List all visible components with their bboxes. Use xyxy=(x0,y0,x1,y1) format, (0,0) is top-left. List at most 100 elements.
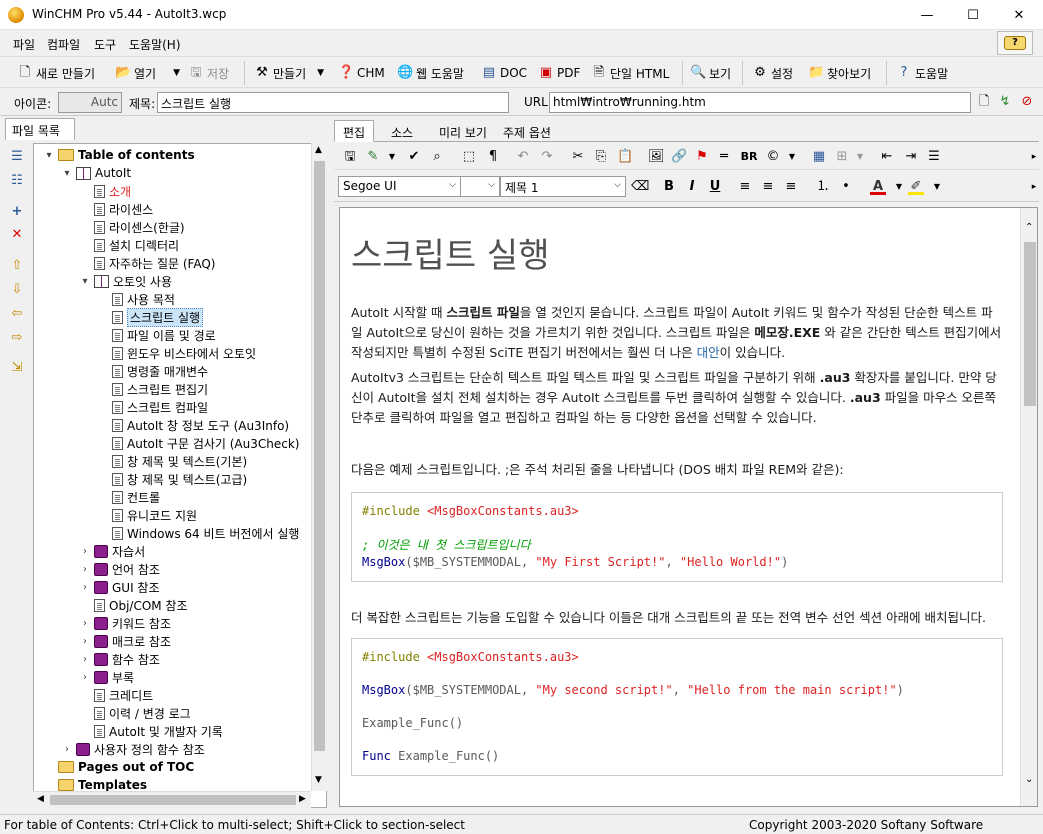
collapse-all-icon[interactable]: ☰ xyxy=(9,149,25,165)
font-color-icon[interactable]: A xyxy=(870,179,886,195)
document-vertical-scrollbar[interactable]: ⌃ ⌄ xyxy=(1020,208,1037,806)
collapse-arrow-icon[interactable]: ▾ xyxy=(80,276,90,287)
tree-item[interactable]: AutoIt 구문 검사기 (Au3Check) xyxy=(98,434,299,452)
table-ops-icon[interactable]: ⊞ xyxy=(834,149,850,165)
menu-help[interactable]: 도움말(H) xyxy=(129,36,181,53)
tree-item[interactable]: › 언어 참조 xyxy=(80,560,160,578)
align-right-icon[interactable]: ≡ xyxy=(783,179,799,195)
minimize-button[interactable]: — xyxy=(904,0,950,30)
horizontal-rule-icon[interactable]: ═ xyxy=(716,149,732,165)
ordered-list-icon[interactable]: ☰ xyxy=(926,149,942,165)
tree-item[interactable]: › 함수 참조 xyxy=(80,650,160,668)
tab-file-list[interactable]: 파일 목록 xyxy=(5,118,75,140)
tree-item[interactable]: 자주하는 질문 (FAQ) xyxy=(80,254,215,272)
bold-icon[interactable]: B xyxy=(661,179,677,195)
tree-item[interactable]: ▾ AutoIt xyxy=(62,164,131,182)
scroll-up-icon[interactable]: ▲ xyxy=(315,145,322,155)
expand-arrow-icon[interactable]: › xyxy=(80,654,90,665)
tree-item[interactable]: AutoIt 창 정보 도구 (Au3Info) xyxy=(98,416,289,434)
expand-arrow-icon[interactable]: › xyxy=(80,546,90,557)
insert-icon[interactable]: ⇲ xyxy=(9,360,25,376)
expand-arrow-icon[interactable]: › xyxy=(80,672,90,683)
settings-button[interactable]: ⚙ 설정 xyxy=(752,63,793,83)
collapse-arrow-icon[interactable]: ▾ xyxy=(44,150,54,161)
scroll-down-icon[interactable]: ▼ xyxy=(315,775,322,785)
single-html-button[interactable]: 🗎 단일 HTML xyxy=(591,63,670,83)
align-left-icon[interactable]: ≡ xyxy=(737,179,753,195)
paste-icon[interactable]: 📋 xyxy=(617,149,633,165)
tree-item[interactable]: Windows 64 비트 버전에서 실행 xyxy=(98,524,299,542)
overflow-icon[interactable]: ▸ xyxy=(1026,149,1042,165)
underline-icon[interactable]: U xyxy=(707,179,723,195)
tree-item[interactable]: › 사용자 정의 함수 참조 xyxy=(62,740,205,758)
cancel-icon[interactable]: ⊘ xyxy=(1019,94,1035,110)
doc-button[interactable]: ▤ DOC xyxy=(481,63,527,83)
spellcheck-icon[interactable]: ✔ xyxy=(406,149,422,165)
tree-item[interactable]: 라이센스(한글) xyxy=(80,218,185,236)
tree-item[interactable]: 윈도우 비스타에서 오토잇 xyxy=(98,344,256,362)
help-button[interactable]: ? 도움말 xyxy=(896,63,949,83)
tree-item[interactable]: › 매크로 참조 xyxy=(80,632,171,650)
whats-this-help-button[interactable]: ? xyxy=(997,31,1033,55)
outdent-icon[interactable]: ⇤ xyxy=(879,149,895,165)
menu-compile[interactable]: 컴파일 xyxy=(47,36,80,53)
bookmark-flag-icon[interactable]: ⚑ xyxy=(694,149,710,165)
tree-item[interactable]: 파일 이름 및 경로 xyxy=(98,326,216,344)
tree-item[interactable]: 명령줄 매개변수 xyxy=(98,362,208,380)
numbered-list-icon[interactable]: ⒈ xyxy=(815,179,831,195)
overflow-icon[interactable]: ▸ xyxy=(1026,179,1042,195)
view-button[interactable]: 🔍 보기 xyxy=(690,63,731,83)
find-binoculars-icon[interactable]: ⌕ xyxy=(429,149,445,165)
tab-preview[interactable]: 미리 보기 xyxy=(430,120,496,142)
scroll-up-icon[interactable]: ⌃ xyxy=(1025,222,1033,233)
paragraph-style-select[interactable]: 제목 1 ⌵ xyxy=(500,176,626,197)
special-char-dropdown-icon[interactable]: ▼ xyxy=(784,149,800,165)
italic-icon[interactable]: I xyxy=(684,179,700,195)
copy-icon[interactable]: ⎘ xyxy=(593,149,609,165)
cut-icon[interactable]: ✂ xyxy=(570,149,586,165)
tree-item[interactable]: 사용 목적 xyxy=(98,290,175,308)
expand-arrow-icon[interactable]: › xyxy=(80,618,90,629)
collapse-arrow-icon[interactable]: ▾ xyxy=(62,168,72,179)
tree-item[interactable]: › 자습서 xyxy=(80,542,145,560)
tree-item[interactable]: 라이센스 xyxy=(80,200,153,218)
insert-link-icon[interactable]: 🔗 xyxy=(671,149,687,165)
highlight-icon[interactable]: ✐ xyxy=(908,179,924,195)
tree-item[interactable]: 이력 / 변경 로그 xyxy=(80,704,191,722)
pilcrow-icon[interactable]: ¶ xyxy=(485,149,501,165)
document-editor[interactable]: 스크립트 실행 AutoIt 시작할 때 스크립트 파일을 열 것인지 묻습니다… xyxy=(339,207,1038,807)
scroll-right-icon[interactable]: ▶ xyxy=(299,794,306,804)
align-center-icon[interactable]: ≡ xyxy=(760,179,776,195)
expand-arrow-icon[interactable]: › xyxy=(62,744,72,755)
insert-table-icon[interactable]: ▦ xyxy=(811,149,827,165)
build-dropdown-icon[interactable]: ▼ xyxy=(317,68,324,78)
move-up-icon[interactable]: ⇧ xyxy=(9,258,25,274)
font-size-select[interactable]: ⌵ xyxy=(460,176,500,197)
tree-vertical-scrollbar[interactable]: ▲ ▼ xyxy=(311,143,327,791)
tab-source[interactable]: 소스 xyxy=(382,120,422,142)
table-ops-dropdown-icon[interactable]: ▼ xyxy=(852,149,868,165)
redo-icon[interactable]: ↷ xyxy=(539,149,555,165)
close-button[interactable]: ✕ xyxy=(996,0,1042,30)
expand-arrow-icon[interactable]: › xyxy=(80,582,90,593)
icon-select[interactable]: Autc xyxy=(58,92,122,113)
edit-pen-icon[interactable]: ✎ xyxy=(365,149,381,165)
expand-all-icon[interactable]: ☷ xyxy=(9,173,25,189)
tree-item[interactable]: 스크립트 컴파일 xyxy=(98,398,208,416)
special-char-icon[interactable]: © xyxy=(765,149,781,165)
maximize-button[interactable]: ☐ xyxy=(950,0,996,30)
indent-icon[interactable]: ⇥ xyxy=(903,149,919,165)
scroll-down-icon[interactable]: ⌄ xyxy=(1025,774,1033,785)
tree-item[interactable]: › 부록 xyxy=(80,668,134,686)
undo-icon[interactable]: ↶ xyxy=(515,149,531,165)
page-icon[interactable]: 🗋 xyxy=(976,94,992,110)
find-button[interactable]: 📁 찾아보기 xyxy=(808,63,871,83)
tree-item[interactable]: › GUI 참조 xyxy=(80,578,160,596)
expand-arrow-icon[interactable]: › xyxy=(80,564,90,575)
expand-arrow-icon[interactable]: › xyxy=(80,636,90,647)
title-input[interactable]: 스크립트 실행 xyxy=(157,92,509,113)
move-left-icon[interactable]: ⇦ xyxy=(9,306,25,322)
save-button[interactable]: 🖫 저장 xyxy=(188,63,229,83)
scroll-thumb[interactable] xyxy=(314,161,325,751)
tree-item[interactable]: › 키워드 참조 xyxy=(80,614,171,632)
